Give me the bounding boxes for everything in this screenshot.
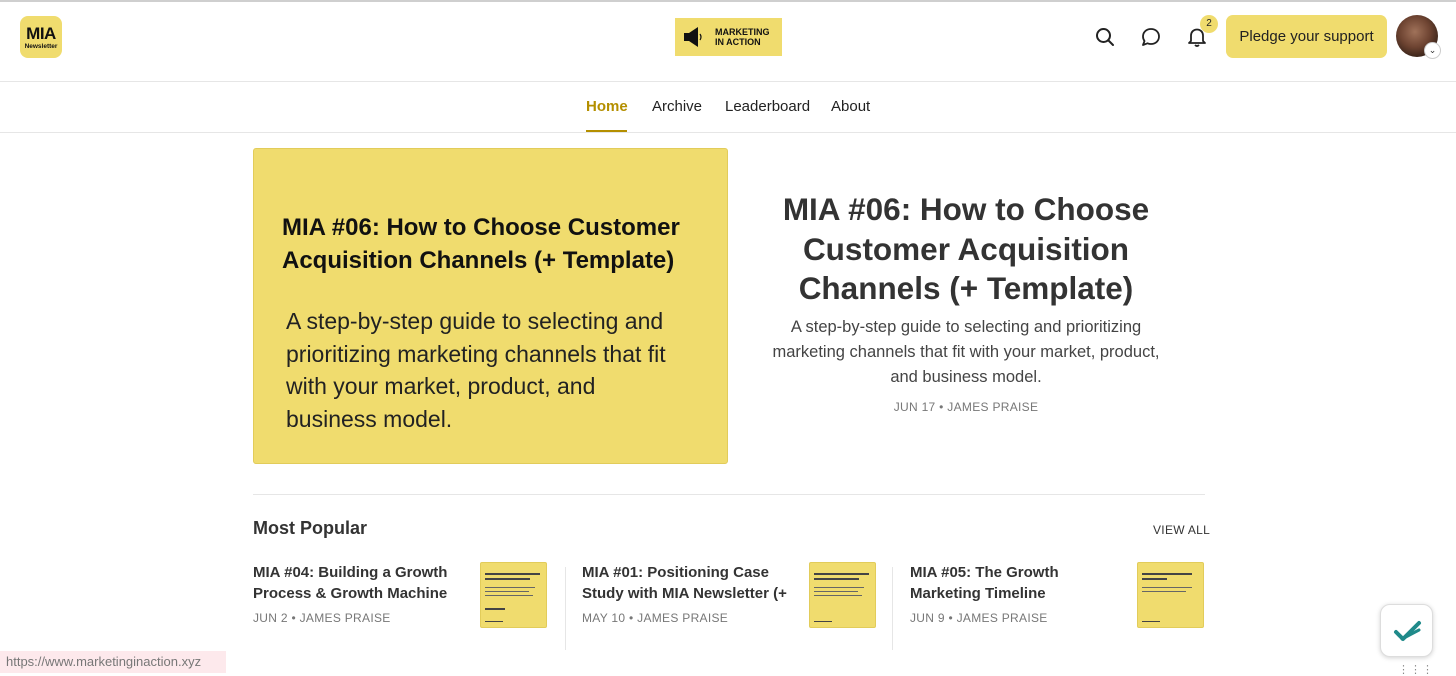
logo-subtext: Newsletter <box>24 43 58 50</box>
speaker-icon <box>684 27 702 47</box>
hero-card-title: MIA #06: How to Choose Customer Acquisit… <box>282 214 680 274</box>
post-thumbnail[interactable] <box>480 562 547 628</box>
site-logo[interactable]: MIA Newsletter <box>20 16 62 58</box>
most-popular-heading: Most Popular <box>253 518 368 538</box>
pledge-button[interactable]: Pledge your support <box>1226 15 1387 58</box>
more-dots-icon[interactable]: ⋮⋮⋮ <box>1398 663 1434 676</box>
floating-action-button[interactable] <box>1380 604 1433 657</box>
post-title[interactable]: MIA #04: Building a Growth Process & Gro… <box>253 562 465 604</box>
popular-post-card[interactable]: MIA #01: Positioning Case Study with MIA… <box>582 562 877 652</box>
nav-active-indicator <box>586 130 627 132</box>
site-header: MIA Newsletter MARKETING IN ACTION 2 Ple… <box>0 2 1456 82</box>
nav-about[interactable]: About <box>831 98 870 115</box>
nav-leaderboard[interactable]: Leaderboard <box>725 98 810 115</box>
brand-text: MARKETING IN ACTION <box>715 27 770 47</box>
checkmark-icon <box>1394 621 1421 641</box>
post-meta: JUN 9 • JAMES PRAISE <box>910 611 1048 625</box>
nav-home[interactable]: Home <box>586 98 628 115</box>
brand-line-1: MARKETING <box>715 27 770 37</box>
section-divider <box>253 494 1205 495</box>
chat-icon[interactable] <box>1140 26 1162 48</box>
browser-status-url: https://www.marketinginaction.xyz <box>0 651 226 673</box>
hero-card-description: A step-by-step guide to selecting and pr… <box>286 308 666 432</box>
notification-badge: 2 <box>1200 15 1218 33</box>
brand-banner[interactable]: MARKETING IN ACTION <box>675 18 782 56</box>
avatar[interactable]: ⌄ <box>1396 15 1441 59</box>
hero-post-title[interactable]: MIA #06: How to Choose Customer Acquisit… <box>750 190 1182 309</box>
hero-post-meta: JUN 17 • JAMES PRAISE <box>893 400 1039 414</box>
hero-image-card[interactable]: MIA #06: How to Choose Customer Acquisit… <box>253 148 728 464</box>
card-separator <box>892 567 893 650</box>
view-all-link[interactable]: VIEW ALL <box>1153 523 1210 537</box>
card-separator <box>565 567 566 650</box>
brand-line-2: IN ACTION <box>715 37 761 47</box>
popular-post-card[interactable]: MIA #05: The Growth Marketing Timeline J… <box>910 562 1205 652</box>
search-icon[interactable] <box>1094 26 1116 48</box>
nav-archive[interactable]: Archive <box>652 98 702 115</box>
post-title[interactable]: MIA #05: The Growth Marketing Timeline <box>910 562 1122 604</box>
post-meta: MAY 10 • JAMES PRAISE <box>582 611 729 625</box>
logo-text: MIA <box>26 24 56 43</box>
post-thumbnail[interactable] <box>809 562 876 628</box>
chevron-down-icon[interactable]: ⌄ <box>1424 42 1441 59</box>
post-meta: JUN 2 • JAMES PRAISE <box>253 611 391 625</box>
post-thumbnail[interactable] <box>1137 562 1204 628</box>
main-nav: Home Archive Leaderboard About <box>0 83 1456 133</box>
popular-post-card[interactable]: MIA #04: Building a Growth Process & Gro… <box>253 562 548 652</box>
hero-post-subtitle: A step-by-step guide to selecting and pr… <box>772 318 1160 386</box>
post-title[interactable]: MIA #01: Positioning Case Study with MIA… <box>582 562 794 604</box>
